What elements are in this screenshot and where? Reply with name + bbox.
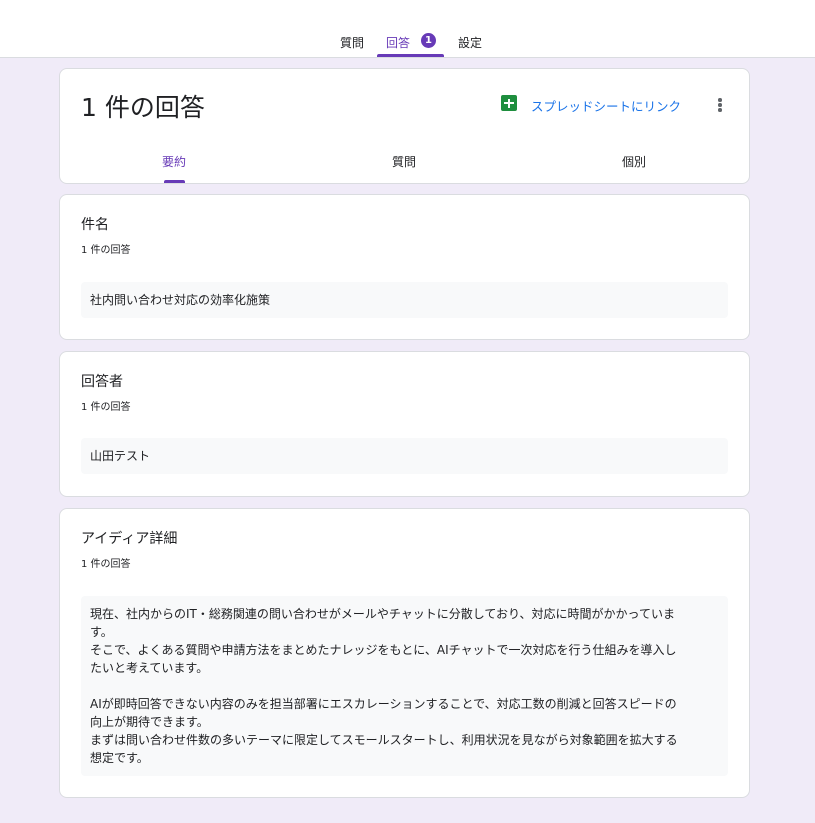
active-subtab-indicator (164, 180, 185, 183)
responses-count-badge: 1 (421, 33, 436, 48)
response-count: 1 件の回答 (81, 245, 131, 256)
answer-text: 山田テスト (90, 449, 151, 463)
answer-box: 山田テスト (81, 438, 728, 474)
more-vert-icon[interactable] (712, 96, 728, 114)
subtab-summary[interactable]: 要約 (162, 153, 186, 170)
answer-text-line: AIが即時回答できない内容のみを担当部署にエスカレーションすることで、対応工数の… (90, 697, 677, 711)
sheets-icon[interactable] (501, 95, 517, 111)
active-tab-indicator (377, 54, 444, 57)
link-to-sheets-button[interactable]: スプレッドシートにリンク (531, 96, 681, 115)
question-card: 回答者 1 件の回答 山田テスト (59, 351, 750, 497)
subtab-individual[interactable]: 個別 (622, 153, 646, 170)
response-count: 1 件の回答 (81, 559, 131, 570)
tab-responses[interactable]: 回答 (386, 34, 410, 51)
answer-text-line: たいと考えています。 (90, 661, 209, 675)
answer-text: 社内問い合わせ対応の効率化施策 (90, 293, 271, 307)
answer-text-line: まずは問い合わせ件数の多いテーマに限定してスモールスタートし、利用状況を見ながら… (90, 733, 678, 747)
tab-settings[interactable]: 設定 (458, 34, 482, 51)
subtab-question[interactable]: 質問 (392, 153, 416, 170)
question-card: アイディア詳細 1 件の回答 現在、社内からのIT・総務関連の問い合わせがメール… (59, 508, 750, 798)
answer-box: 社内問い合わせ対応の効率化施策 (81, 282, 728, 318)
tab-questions[interactable]: 質問 (340, 34, 364, 51)
question-title: 回答者 (81, 374, 123, 390)
answer-text-line: 現在、社内からのIT・総務関連の問い合わせがメールやチャットに分散しており、対応… (90, 607, 675, 621)
question-card: 件名 1 件の回答 社内問い合わせ対応の効率化施策 (59, 194, 750, 340)
answer-text-line: す。 (90, 625, 113, 639)
answer-text-line: 向上が期待できます。 (90, 715, 209, 729)
question-title: 件名 (81, 217, 109, 233)
responses-header-card: 1 件の回答 スプレッドシートにリンク 要約 質問 個別 (59, 68, 750, 184)
answer-text-line: そこで、よくある質問や申請方法をまとめたナレッジをもとに、AIチャットで一次対応… (90, 643, 677, 657)
top-bar: 質問 回答 1 設定 (0, 0, 815, 58)
answer-text-line (90, 677, 719, 695)
answer-text-line: 想定です。 (90, 751, 149, 765)
answer-box: 現在、社内からのIT・総務関連の問い合わせがメールやチャットに分散しており、対応… (81, 596, 728, 776)
response-count: 1 件の回答 (81, 402, 131, 413)
page-title: 1 件の回答 (81, 93, 205, 122)
question-title: アイディア詳細 (81, 531, 178, 547)
